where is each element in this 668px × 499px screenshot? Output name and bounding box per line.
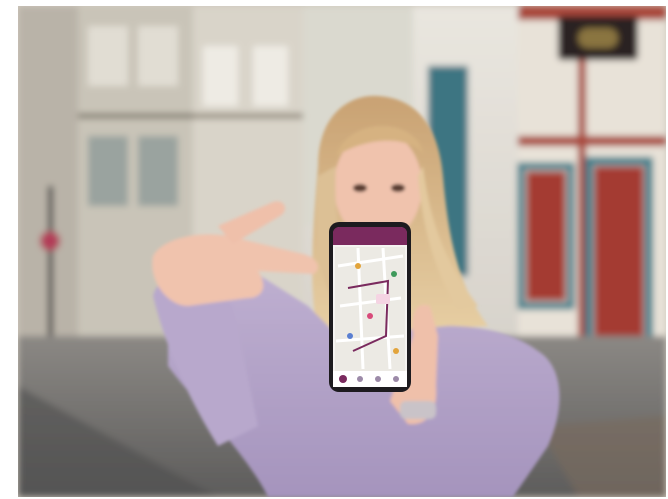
smartphone — [329, 222, 411, 392]
photo-scene — [18, 6, 666, 497]
home-icon — [339, 375, 347, 383]
star-icon — [393, 376, 399, 382]
map-view — [335, 247, 405, 371]
map-pin-icon — [357, 376, 363, 382]
search-icon — [375, 376, 381, 382]
photo-frame — [18, 6, 666, 497]
